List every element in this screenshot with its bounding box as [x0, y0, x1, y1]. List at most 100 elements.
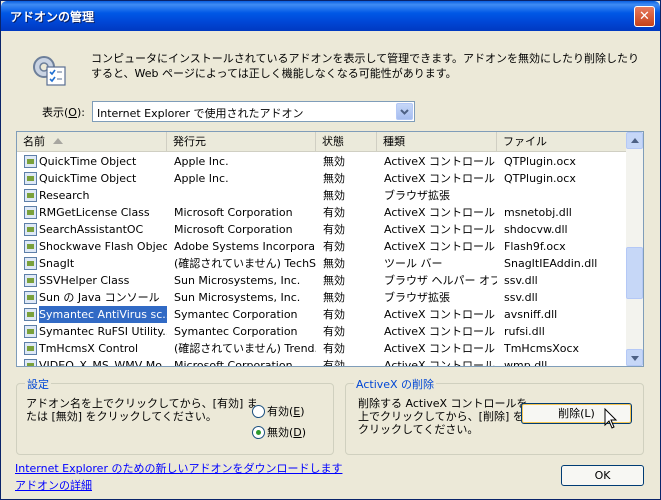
addon-icon: [24, 257, 37, 270]
close-button[interactable]: ✕: [634, 6, 655, 27]
sort-ascending-icon: [53, 138, 63, 144]
addon-file: QTPlugin.ocx: [504, 172, 576, 185]
addon-status: 有効: [323, 206, 345, 219]
column-header-file[interactable]: ファイル: [497, 132, 627, 152]
list-header: 名前 発行元 状態 種類 ファイル: [17, 132, 627, 152]
addon-publisher: (確認されていません) TechSm...: [174, 257, 316, 270]
table-row[interactable]: QuickTime Object Apple Inc. 無効 ActiveX コントロ…: [17, 170, 627, 187]
chevron-down-icon[interactable]: [396, 103, 413, 120]
title-bar[interactable]: アドオンの管理 ✕: [1, 1, 660, 31]
table-row[interactable]: RMGetLicense Class Microsoft Corporation 有…: [17, 204, 627, 221]
addon-status: 無効: [323, 155, 345, 168]
addon-publisher: Microsoft Corporation: [174, 206, 293, 219]
intro-description: コンピュータにインストールされているアドオンを表示して管理できます。アドオンを無…: [91, 52, 640, 80]
addon-publisher: Sun Microsystems, Inc.: [174, 274, 301, 287]
column-header-name[interactable]: 名前: [17, 132, 167, 152]
addon-type: ActiveX コントロール: [384, 206, 496, 219]
column-header-status[interactable]: 状態: [316, 132, 377, 152]
scroll-up-button[interactable]: [626, 132, 643, 149]
addon-status: 無効: [323, 189, 345, 202]
column-header-publisher[interactable]: 発行元: [167, 132, 316, 152]
mouse-cursor-icon: [604, 408, 618, 429]
show-label: 表示(O):: [42, 106, 85, 119]
addon-publisher: Microsoft Corporation: [174, 359, 293, 367]
enable-radio[interactable]: 有効(E): [252, 403, 305, 419]
addon-file: QTPlugin.ocx: [504, 155, 576, 168]
show-dropdown[interactable]: Internet Explorer で使用されたアドオン: [92, 101, 415, 122]
addon-file: ssv.dll: [504, 291, 538, 304]
list-rows: QuickTime Object Apple Inc. 無効 ActiveX コントロ…: [17, 153, 627, 367]
addon-status: 有効: [323, 240, 345, 253]
addon-icon: [24, 155, 37, 168]
addon-icon: [24, 206, 37, 219]
table-row[interactable]: Symantec RuFSI Utility... Symantec Corpor…: [17, 323, 627, 340]
addon-type: ActiveX コントロール: [384, 325, 496, 338]
addon-publisher: [174, 187, 316, 204]
table-row[interactable]: Shockwave Flash Object Adobe Systems Inco…: [17, 238, 627, 255]
table-row[interactable]: Research 無効 ブラウザ拡張: [17, 187, 627, 204]
column-header-type[interactable]: 種類: [377, 132, 497, 152]
table-row[interactable]: TmHcmsX Control (確認されていません) Trend... 有効 Act…: [17, 340, 627, 357]
addon-name: Research: [39, 189, 90, 202]
addon-file: SnagItIEAddin.dll: [504, 257, 598, 270]
addon-icon: [24, 274, 37, 287]
addon-type: ActiveX コントロール: [384, 359, 496, 367]
addon-icon: [24, 240, 37, 253]
activex-delete-group: ActiveX の削除 削除する ActiveX コントロールを上でクリックして…: [345, 376, 644, 455]
addon-type: ブラウザ ヘルパー オブ...: [384, 274, 497, 287]
table-row[interactable]: SearchAssistantOC Microsoft Corporation 有効…: [17, 221, 627, 238]
download-addons-link[interactable]: Internet Explorer のための新しいアドオンをダウンロードします: [15, 460, 342, 476]
table-row[interactable]: Symantec AntiVirus sc... Symantec Corpora…: [17, 306, 627, 323]
addon-file: [504, 187, 624, 204]
addon-file: wmp.dll: [504, 359, 548, 367]
addon-status: 有効: [323, 223, 345, 236]
addon-icon: [24, 342, 37, 355]
vertical-scrollbar[interactable]: [626, 132, 643, 366]
addon-list[interactable]: 名前 発行元 状態 種類 ファイル QuickTime Object Apple …: [16, 131, 644, 367]
addon-name: TmHcmsX Control: [39, 342, 138, 355]
addon-details-link[interactable]: アドオンの詳細: [15, 477, 92, 493]
addon-status: 無効: [323, 274, 345, 287]
addon-publisher: Apple Inc.: [174, 172, 229, 185]
addon-publisher: Microsoft Corporation: [174, 223, 293, 236]
table-row[interactable]: SnagIt (確認されていません) TechSm... 無効 ツール バー SnagI…: [17, 255, 627, 272]
table-row[interactable]: QuickTime Object Apple Inc. 無効 ActiveX コントロ…: [17, 153, 627, 170]
addon-name: SnagIt: [39, 257, 75, 270]
table-row[interactable]: Sun の Java コンソール Sun Microsystems, Inc. 無効…: [17, 289, 627, 306]
addon-file: rufsi.dll: [504, 325, 545, 338]
addon-type: ActiveX コントロール: [384, 308, 496, 321]
addon-type: ツール バー: [384, 257, 443, 270]
addon-icon: [24, 223, 37, 236]
addon-name: VIDEO_X_MS_WMV Mo...: [39, 359, 167, 367]
addon-name: Shockwave Flash Object: [39, 240, 167, 253]
addon-status: 有効: [323, 359, 345, 367]
addon-icon: [24, 172, 37, 185]
addon-name: RMGetLicense Class: [39, 206, 150, 219]
addon-icon: [24, 308, 37, 321]
addon-publisher: Symantec Corporation: [174, 325, 298, 338]
addon-status: 無効: [323, 291, 345, 304]
manage-addons-window: アドオンの管理 ✕ コンピュータにインストールされているアドオンを表示して管理で…: [0, 0, 661, 500]
radio-off-icon: [252, 405, 265, 418]
addon-file: avsniff.dll: [504, 308, 558, 321]
activex-delete-description: 削除する ActiveX コントロールを上でクリックしてから、[削除] をクリッ…: [358, 397, 528, 436]
settings-description: アドオン名を上でクリックしてから、[有効] または [無効] をクリックしてくだ…: [26, 397, 258, 423]
activex-delete-title: ActiveX の削除: [354, 376, 437, 392]
disable-radio[interactable]: 無効(D): [252, 424, 306, 440]
addon-name: QuickTime Object: [39, 172, 137, 185]
addon-icon: [24, 291, 37, 304]
addon-type: ActiveX コントロール: [384, 240, 496, 253]
addon-type: ActiveX コントロール: [384, 172, 496, 185]
addon-status: 有効: [323, 325, 345, 338]
addon-name: SearchAssistantOC: [39, 223, 144, 236]
settings-group-title: 設定: [25, 376, 51, 392]
table-row[interactable]: SSVHelper Class Sun Microsystems, Inc. 無効 ブ…: [17, 272, 627, 289]
addon-type: ブラウザ拡張: [384, 189, 450, 202]
ok-button[interactable]: OK: [561, 465, 644, 486]
addon-publisher: (確認されていません) Trend...: [174, 342, 316, 355]
scroll-down-button[interactable]: [626, 349, 643, 366]
table-row[interactable]: VIDEO_X_MS_WMV Mo... Microsoft Corporatio…: [17, 357, 627, 367]
scroll-thumb[interactable]: [626, 247, 643, 299]
addon-name: Symantec AntiVirus sc...: [39, 306, 167, 323]
addon-publisher: Apple Inc.: [174, 155, 229, 168]
